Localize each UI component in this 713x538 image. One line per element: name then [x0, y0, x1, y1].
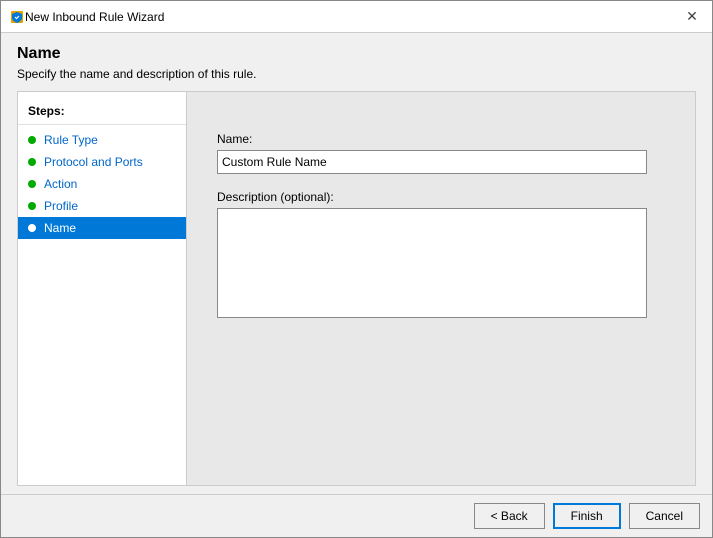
page-description: Specify the name and description of this…	[17, 67, 696, 81]
description-field-group: Description (optional):	[217, 190, 665, 321]
right-panel: Name: Description (optional):	[187, 91, 696, 486]
name-input[interactable]	[217, 150, 647, 174]
description-textarea[interactable]	[217, 208, 647, 318]
name-label: Name:	[217, 132, 665, 146]
sidebar: Steps: Rule Type Protocol and Ports Acti…	[17, 91, 187, 486]
finish-button[interactable]: Finish	[553, 503, 621, 529]
step-dot	[28, 202, 36, 210]
sidebar-item-label: Action	[44, 177, 77, 191]
sidebar-item-label: Protocol and Ports	[44, 155, 143, 169]
sidebar-item-rule-type[interactable]: Rule Type	[18, 129, 186, 151]
cancel-button[interactable]: Cancel	[629, 503, 700, 529]
sidebar-item-profile[interactable]: Profile	[18, 195, 186, 217]
wizard-window: New Inbound Rule Wizard ✕ Name Specify t…	[0, 0, 713, 538]
step-dot	[28, 180, 36, 188]
close-button[interactable]: ✕	[680, 5, 704, 29]
step-dot	[28, 136, 36, 144]
step-dot	[28, 158, 36, 166]
sidebar-item-label: Name	[44, 221, 76, 235]
sidebar-item-protocol-ports[interactable]: Protocol and Ports	[18, 151, 186, 173]
content-area: Name Specify the name and description of…	[1, 33, 712, 494]
sidebar-item-label: Profile	[44, 199, 78, 213]
sidebar-item-action[interactable]: Action	[18, 173, 186, 195]
step-dot	[28, 224, 36, 232]
window-title: New Inbound Rule Wizard	[25, 10, 680, 24]
steps-label: Steps:	[18, 100, 186, 125]
footer: < Back Finish Cancel	[1, 494, 712, 537]
back-button[interactable]: < Back	[474, 503, 545, 529]
description-label: Description (optional):	[217, 190, 665, 204]
title-bar: New Inbound Rule Wizard ✕	[1, 1, 712, 33]
sidebar-item-label: Rule Type	[44, 133, 98, 147]
main-panel: Steps: Rule Type Protocol and Ports Acti…	[17, 91, 696, 486]
page-title: Name	[17, 45, 696, 63]
sidebar-item-name[interactable]: Name	[18, 217, 186, 239]
name-field-group: Name:	[217, 132, 665, 174]
app-icon	[9, 9, 25, 25]
